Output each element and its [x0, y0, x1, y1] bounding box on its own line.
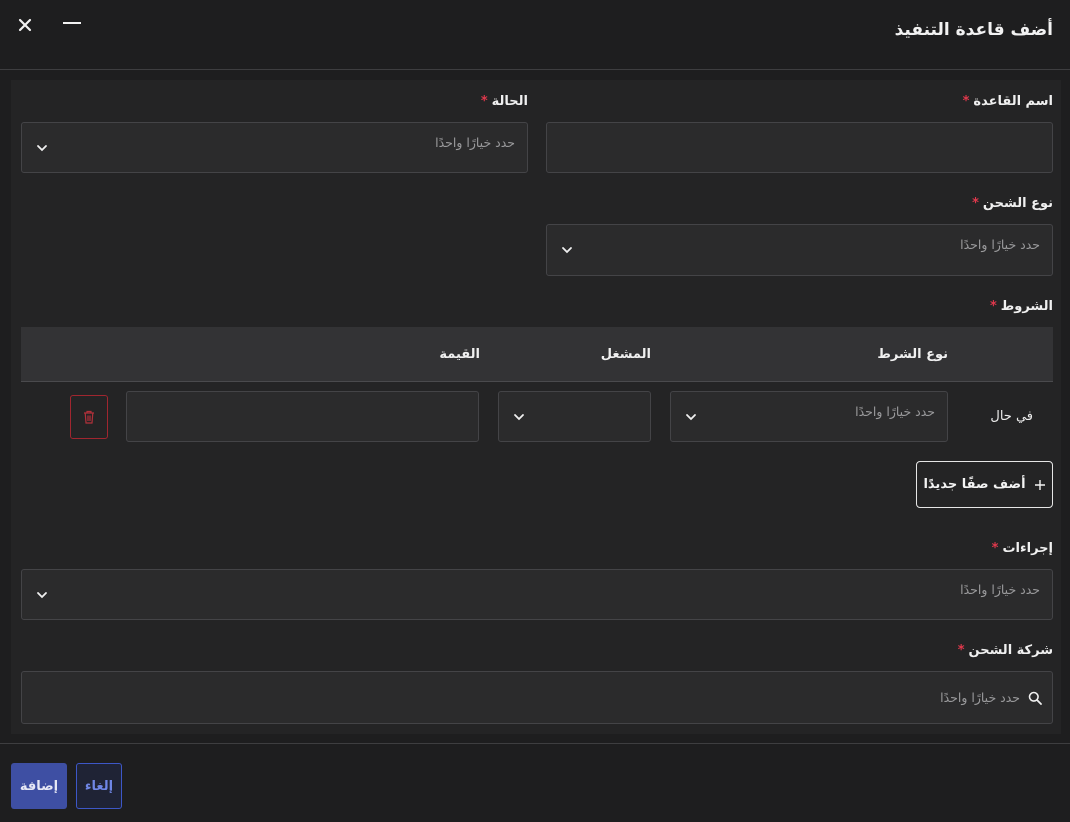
close-button[interactable]: [10, 10, 40, 40]
chevron-down-icon: [562, 247, 572, 254]
conditions-label: الشروط*: [989, 299, 1053, 314]
actions-select[interactable]: حدد خيارًا واحدًا: [21, 569, 1053, 620]
plus-icon: [1034, 479, 1045, 490]
add-button[interactable]: إضافة: [11, 763, 67, 809]
status-select[interactable]: حدد خيارًا واحدًا: [21, 122, 528, 173]
status-label: الحالة*: [480, 94, 528, 109]
dialog-header: أضف قاعدة التنفيذ: [0, 0, 1070, 70]
chevron-down-icon: [686, 413, 696, 420]
column-condition-type: نوع الشرط: [877, 347, 948, 362]
shipping-type-select[interactable]: حدد خيارًا واحدًا: [546, 224, 1053, 276]
conditions-table-header: نوع الشرط المشغل القيمة: [21, 327, 1053, 382]
cancel-button[interactable]: إلغاء: [76, 763, 122, 809]
condition-row-prefix: في حال: [990, 409, 1033, 424]
condition-value-input[interactable]: [126, 391, 479, 442]
add-row-button[interactable]: أضف صفًا جديدًا: [916, 461, 1053, 508]
operator-select[interactable]: [498, 391, 651, 442]
shipping-company-label: شركة الشحن*: [957, 643, 1053, 658]
chevron-down-icon: [37, 591, 47, 598]
search-icon: [1028, 691, 1042, 705]
dialog-title: أضف قاعدة التنفيذ: [894, 20, 1053, 40]
shipping-company-search[interactable]: حدد خيارًا واحدًا: [21, 671, 1053, 724]
column-value: القيمة: [439, 347, 480, 362]
condition-type-select[interactable]: حدد خيارًا واحدًا: [670, 391, 948, 442]
minimize-icon: [63, 22, 81, 24]
minimize-button[interactable]: [57, 8, 87, 38]
rule-name-input[interactable]: [546, 122, 1053, 173]
close-icon: [18, 18, 32, 32]
rule-name-label: اسم القاعدة*: [962, 94, 1053, 109]
delete-row-button[interactable]: [70, 395, 108, 439]
chevron-down-icon: [514, 413, 524, 420]
trash-icon: [84, 410, 94, 424]
shipping-type-label: نوع الشحن*: [972, 196, 1053, 211]
add-row-label: أضف صفًا جديدًا: [923, 477, 1026, 492]
column-operator: المشغل: [600, 347, 651, 362]
chevron-down-icon: [37, 144, 47, 151]
footer-divider: [0, 743, 1070, 744]
actions-label: إجراءات*: [991, 541, 1053, 556]
